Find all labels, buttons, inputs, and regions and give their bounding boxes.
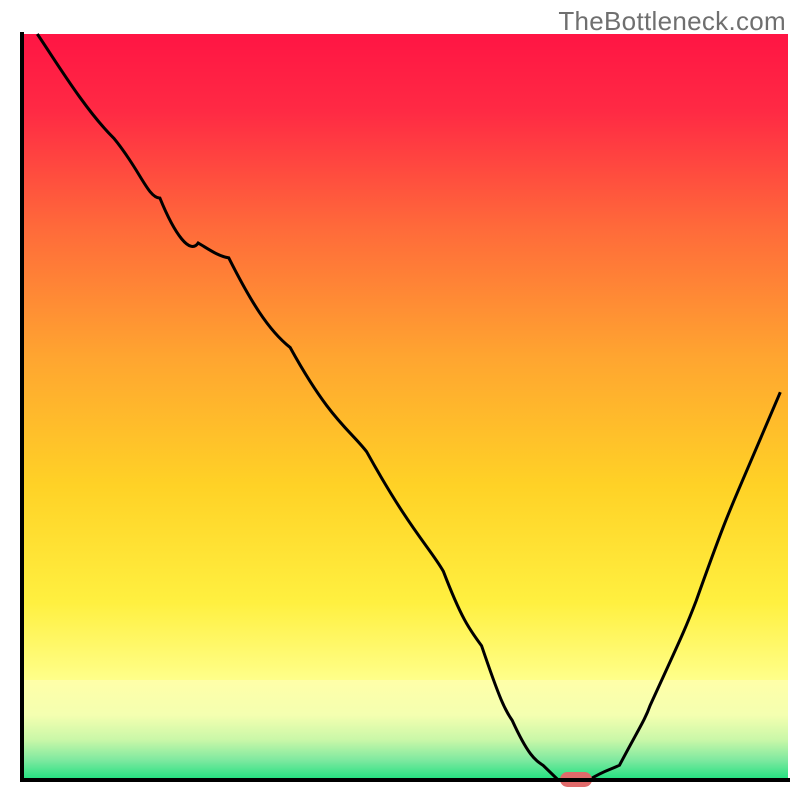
gradient-background-upper: [22, 34, 788, 680]
chart-container: TheBottleneck.com: [0, 0, 800, 800]
bottleneck-chart: [0, 0, 800, 800]
gradient-background-lower: [22, 680, 788, 780]
watermark-text: TheBottleneck.com: [558, 6, 786, 37]
plot-area: [22, 34, 788, 780]
